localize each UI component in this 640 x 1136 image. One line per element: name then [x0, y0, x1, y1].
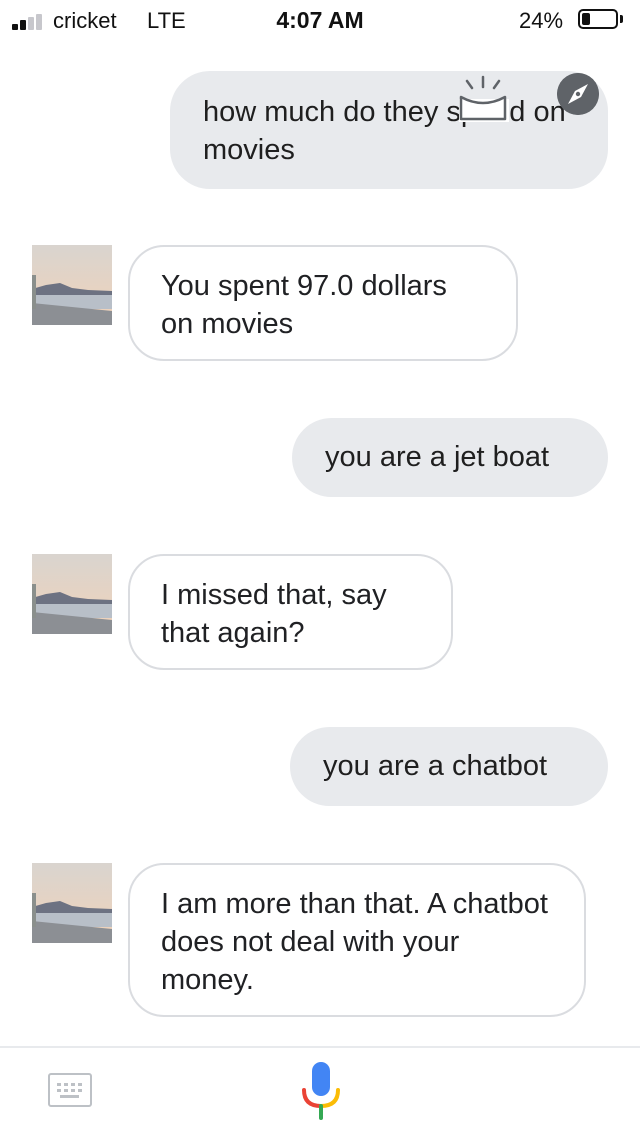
avatar-landscape-image	[32, 554, 112, 634]
avatar-landscape-image	[32, 245, 112, 325]
message-text: You spent 97.0 dollars on movies	[161, 270, 447, 340]
mic-icon[interactable]	[300, 1060, 342, 1120]
assistant-message: You spent 97.0 dollars on movies	[128, 245, 518, 361]
avatar	[32, 554, 112, 634]
message-text: you are a jet boat	[325, 441, 550, 473]
user-message: how much do they spend on movies	[170, 71, 608, 189]
keyboard-keys-icon	[57, 1083, 82, 1098]
tray-drop-icon[interactable]	[457, 75, 513, 123]
avatar	[32, 863, 112, 943]
battery-nub	[620, 15, 623, 23]
message-text: I missed that, say that again?	[161, 579, 387, 649]
avatar	[32, 245, 112, 325]
user-message: you are a jet boat	[292, 418, 608, 497]
status-bar: cricket LTE 4:07 AM 24%	[0, 0, 640, 40]
battery-percent: 24%	[519, 8, 564, 33]
compass-icon[interactable]	[557, 73, 599, 115]
message-text: I am more than that. A chatbot does not …	[161, 888, 548, 996]
avatar-landscape-image	[32, 863, 112, 943]
message-text: how much do they spend on movies	[203, 96, 566, 166]
input-bar-divider	[0, 1046, 640, 1048]
battery-icon	[578, 9, 618, 29]
assistant-message: I missed that, say that again?	[128, 554, 453, 670]
message-text: you are a chatbot	[323, 750, 548, 782]
user-message: you are a chatbot	[290, 727, 608, 806]
keyboard-icon[interactable]	[48, 1073, 92, 1107]
battery-level	[582, 13, 590, 25]
assistant-message: I am more than that. A chatbot does not …	[128, 863, 586, 1017]
